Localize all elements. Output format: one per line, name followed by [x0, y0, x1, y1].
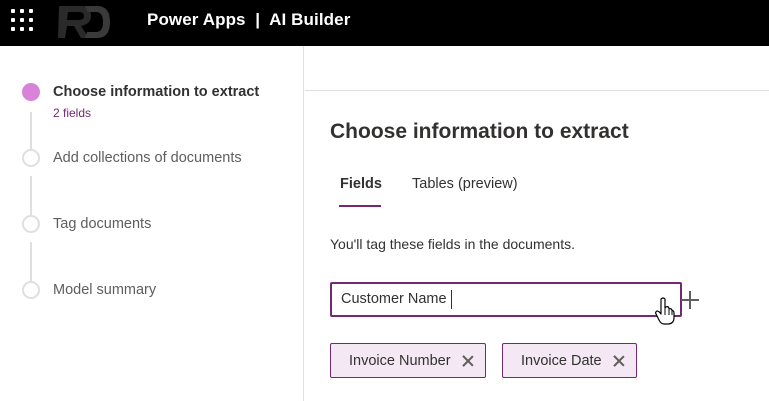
wizard-stepper: Choose information to extract 2 fields A…	[0, 46, 304, 401]
step-label-model-summary[interactable]: Model summary	[53, 282, 156, 298]
tab-tables-preview[interactable]: Tables (preview)	[412, 176, 518, 192]
hand-pointer-icon	[655, 297, 675, 325]
step-label-add-collections[interactable]: Add collections of documents	[53, 150, 242, 166]
field-name-input-value[interactable]: Customer Name	[341, 291, 447, 307]
top-bar: Power Apps | AI Builder	[0, 0, 769, 46]
dismiss-icon[interactable]	[461, 354, 475, 368]
step-indicator	[22, 215, 40, 233]
instruction-text: You'll tag these fields in the documents…	[330, 236, 575, 252]
app-launcher-icon[interactable]	[11, 9, 33, 31]
header-divider	[305, 90, 769, 91]
step-indicator-active	[22, 83, 40, 101]
tab-fields[interactable]: Fields	[340, 176, 382, 192]
rd-logo-icon	[58, 6, 110, 38]
app-title: Power Apps | AI Builder	[147, 10, 351, 29]
field-name-input[interactable]: Customer Name	[330, 282, 699, 317]
text-caret	[451, 290, 452, 309]
active-tab-indicator	[339, 205, 381, 207]
step-label-tag-documents[interactable]: Tag documents	[53, 216, 151, 232]
page-title: Choose information to extract	[330, 120, 629, 143]
main-content: Choose information to extract Fields Tab…	[305, 46, 769, 401]
step-label-choose-information[interactable]: Choose information to extract	[53, 84, 259, 100]
field-chip-label: Invoice Date	[521, 352, 602, 369]
step-indicator	[22, 281, 40, 299]
dismiss-icon[interactable]	[612, 354, 626, 368]
add-field-button[interactable]	[678, 288, 702, 312]
field-chip: Invoice Date	[502, 343, 637, 378]
field-chip-label: Invoice Number	[349, 352, 451, 369]
step-indicator	[22, 149, 40, 167]
step-sublabel-field-count: 2 fields	[53, 106, 92, 120]
field-chip: Invoice Number	[330, 343, 486, 378]
plus-icon-stem	[689, 291, 691, 309]
